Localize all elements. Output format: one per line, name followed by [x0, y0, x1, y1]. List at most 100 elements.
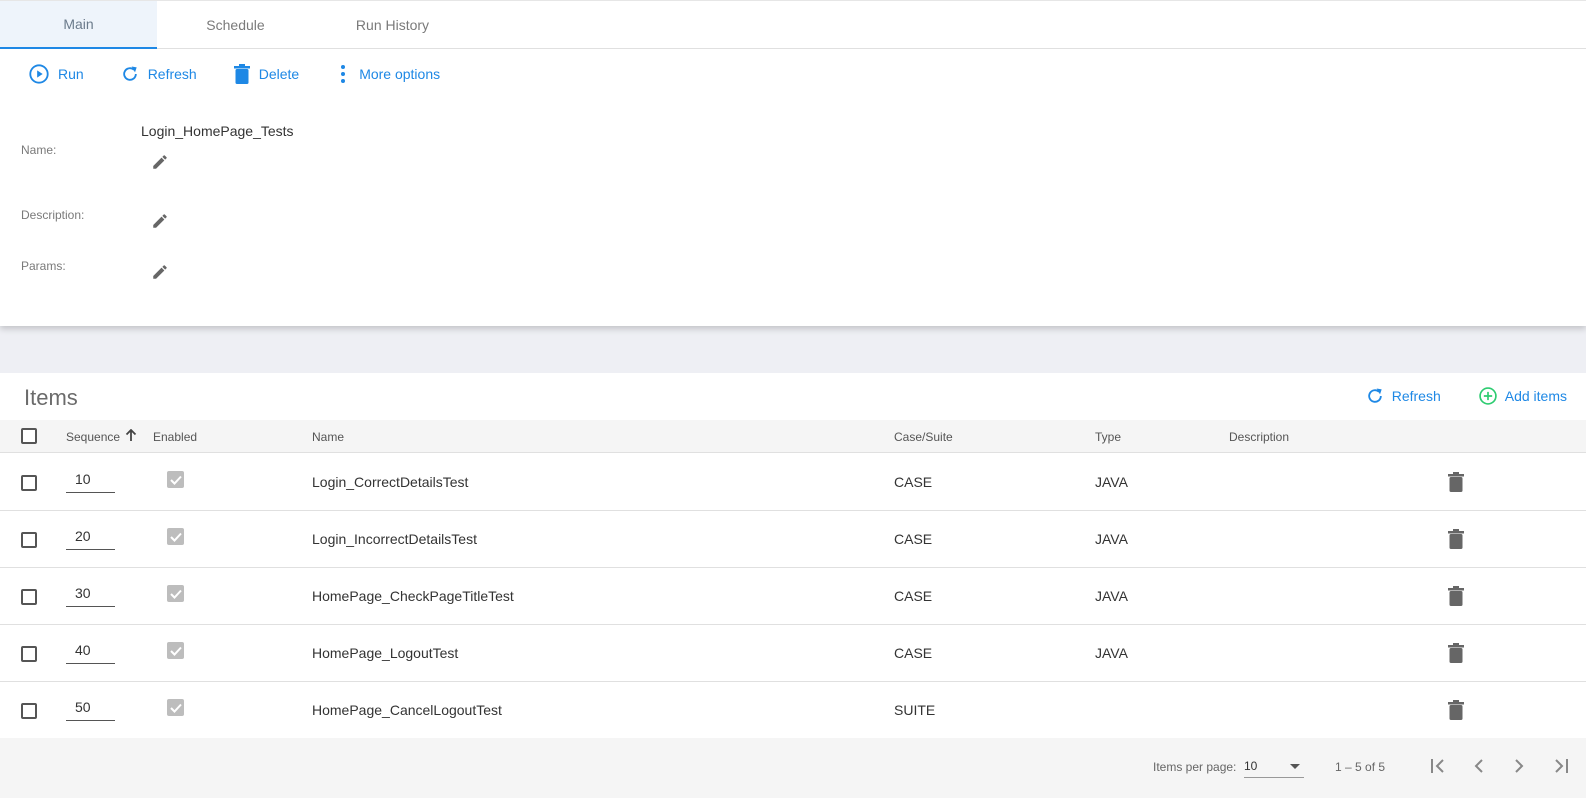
- row-checkbox[interactable]: [21, 532, 37, 548]
- refresh-button[interactable]: Refresh: [120, 64, 197, 84]
- sequence-input[interactable]: 10: [66, 471, 115, 493]
- toolbar: Run Refresh Delete More options: [28, 61, 476, 87]
- items-refresh-label: Refresh: [1391, 388, 1441, 404]
- check-icon: [169, 646, 182, 656]
- enabled-checkbox: [167, 471, 184, 488]
- refresh-label: Refresh: [147, 66, 197, 82]
- sequence-value: 40: [75, 642, 91, 658]
- table-row: 30 HomePage_CheckPageTitleTest CASE JAVA: [0, 568, 1586, 625]
- sequence-value: 20: [75, 528, 91, 544]
- details-card: Main Schedule Run History Run Refresh De…: [0, 0, 1586, 326]
- item-name: Login_IncorrectDetailsTest: [312, 531, 477, 547]
- row-checkbox[interactable]: [21, 589, 37, 605]
- table-row: 20 Login_IncorrectDetailsTest CASE JAVA: [0, 511, 1586, 568]
- delete-row-icon[interactable]: [1447, 529, 1465, 549]
- edit-params-icon[interactable]: [151, 263, 169, 281]
- check-icon: [169, 703, 182, 713]
- run-button[interactable]: Run: [28, 63, 84, 85]
- items-per-page-value: 10: [1244, 759, 1258, 773]
- table-row: 10 Login_CorrectDetailsTest CASE JAVA: [0, 454, 1586, 511]
- sequence-input[interactable]: 40: [66, 642, 115, 664]
- sequence-input[interactable]: 50: [66, 699, 115, 721]
- column-header-name: Name: [312, 430, 345, 444]
- column-header-enabled: Enabled: [153, 430, 198, 444]
- run-label: Run: [58, 66, 84, 82]
- tab-main[interactable]: Main: [0, 1, 157, 49]
- more-vert-icon: [341, 65, 346, 83]
- enabled-checkbox: [167, 585, 184, 602]
- sequence-input[interactable]: 20: [66, 528, 115, 550]
- dropdown-arrow-icon: [1290, 764, 1300, 769]
- enabled-checkbox: [167, 699, 184, 716]
- add-circle-icon: [1479, 387, 1497, 405]
- sequence-value: 10: [75, 471, 91, 487]
- refresh-icon: [122, 66, 137, 81]
- row-checkbox[interactable]: [21, 475, 37, 491]
- column-header-case-suite: Case/Suite: [894, 430, 953, 444]
- last-page-button[interactable]: [1549, 755, 1571, 777]
- item-name: HomePage_LogoutTest: [312, 645, 459, 661]
- play-circle-icon: [29, 64, 49, 84]
- check-icon: [169, 475, 182, 485]
- sequence-value: 30: [75, 585, 91, 601]
- delete-label: Delete: [258, 66, 300, 82]
- item-case-suite: CASE: [894, 588, 933, 604]
- first-page-icon: [1431, 759, 1444, 773]
- items-card: Items Refresh Add items Sequence Enabled…: [0, 373, 1586, 798]
- delete-button[interactable]: Delete: [233, 64, 299, 84]
- sequence-value: 50: [75, 699, 91, 715]
- delete-row-icon[interactable]: [1447, 472, 1465, 492]
- delete-row-icon[interactable]: [1447, 643, 1465, 663]
- name-value: Login_HomePage_Tests: [141, 123, 294, 139]
- items-per-page-select[interactable]: 10: [1244, 756, 1304, 778]
- name-label: Name:: [21, 143, 57, 157]
- add-items-button[interactable]: Add items: [1478, 386, 1567, 406]
- item-type: JAVA: [1095, 645, 1128, 661]
- enabled-checkbox: [167, 642, 184, 659]
- tab-bar: Main Schedule Run History: [0, 1, 1586, 49]
- chevron-right-icon: [1515, 759, 1524, 773]
- description-label: Description:: [21, 208, 85, 222]
- item-case-suite: CASE: [894, 531, 933, 547]
- item-type: JAVA: [1095, 474, 1128, 490]
- enabled-checkbox: [167, 528, 184, 545]
- last-page-icon: [1555, 759, 1568, 773]
- first-page-button[interactable]: [1428, 755, 1450, 777]
- edit-name-icon[interactable]: [151, 153, 169, 171]
- previous-page-button[interactable]: [1468, 755, 1490, 777]
- next-page-button[interactable]: [1508, 755, 1530, 777]
- more-options-label: More options: [359, 66, 441, 82]
- params-label: Params:: [21, 259, 66, 273]
- item-case-suite: CASE: [894, 645, 933, 661]
- row-checkbox[interactable]: [21, 703, 37, 719]
- item-case-suite: CASE: [894, 474, 933, 490]
- chevron-left-icon: [1474, 759, 1483, 773]
- column-header-sequence[interactable]: Sequence: [66, 430, 120, 444]
- sequence-header-label: Sequence: [66, 430, 121, 444]
- item-name: HomePage_CancelLogoutTest: [312, 702, 502, 718]
- items-actions: Refresh Add items: [1328, 385, 1567, 407]
- item-type: JAVA: [1095, 531, 1128, 547]
- delete-row-icon[interactable]: [1447, 700, 1465, 720]
- row-checkbox[interactable]: [21, 646, 37, 662]
- table-row: 50 HomePage_CancelLogoutTest SUITE: [0, 682, 1586, 739]
- add-items-label: Add items: [1504, 388, 1567, 404]
- items-per-page-label: Items per page:: [1153, 760, 1237, 774]
- sequence-input[interactable]: 30: [66, 585, 115, 607]
- select-all-checkbox[interactable]: [21, 428, 37, 444]
- table-header: Sequence Enabled Name Case/Suite Type De…: [0, 420, 1586, 453]
- table-row: 40 HomePage_LogoutTest CASE JAVA: [0, 625, 1586, 682]
- page-range-label: 1 – 5 of 5: [1335, 760, 1386, 774]
- sort-arrow-up-icon[interactable]: [125, 429, 137, 442]
- tab-schedule[interactable]: Schedule: [157, 1, 314, 49]
- column-header-type: Type: [1095, 430, 1122, 444]
- tab-run-history[interactable]: Run History: [314, 1, 471, 49]
- check-icon: [169, 532, 182, 542]
- items-refresh-button[interactable]: Refresh: [1365, 386, 1441, 406]
- more-options-button[interactable]: More options: [335, 64, 440, 84]
- paginator: Items per page: 10 1 – 5 of 5: [0, 738, 1586, 798]
- edit-description-icon[interactable]: [151, 212, 169, 230]
- item-case-suite: SUITE: [894, 702, 936, 718]
- items-title: Items: [24, 385, 78, 410]
- delete-row-icon[interactable]: [1447, 586, 1465, 606]
